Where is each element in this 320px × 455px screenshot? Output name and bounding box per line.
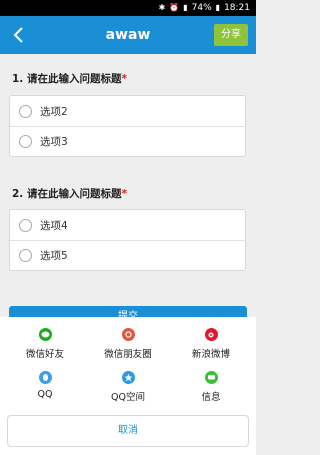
weibo-icon xyxy=(204,328,218,341)
alarm-icon: ⏰ xyxy=(169,3,180,12)
option-label: 选项4 xyxy=(40,219,68,232)
option-list: 选项2 选项3 xyxy=(9,95,246,157)
clock: 18:21 xyxy=(224,3,250,13)
moments-icon xyxy=(121,328,135,341)
option-list: 选项4 选项5 xyxy=(9,209,246,271)
app-bar: awaw 分享 xyxy=(0,16,256,54)
share-wechat-moments[interactable]: 微信朋友圈 xyxy=(88,328,168,360)
bluetooth-icon: ✱ xyxy=(158,3,166,12)
share-button[interactable]: 分享 xyxy=(214,24,248,46)
option-item[interactable]: 选项4 xyxy=(10,210,245,240)
cancel-button[interactable]: 取消 xyxy=(7,415,249,447)
message-icon xyxy=(204,371,218,384)
radio-button[interactable] xyxy=(19,218,32,232)
share-wechat-friends[interactable]: 微信好友 xyxy=(5,328,85,360)
option-label: 选项5 xyxy=(40,250,68,262)
share-qzone[interactable]: QQ空间 xyxy=(88,371,168,403)
battery-icon: ▮ xyxy=(215,3,221,12)
chevron-left-icon xyxy=(13,27,23,43)
share-weibo[interactable]: 新浪微博 xyxy=(171,328,251,360)
question-title: 1. 请在此输入问题标题* xyxy=(12,73,127,85)
back-button[interactable] xyxy=(6,16,30,54)
option-item[interactable]: 选项2 xyxy=(10,96,245,126)
battery-level: 74% xyxy=(191,3,212,13)
option-item[interactable]: 选项5 xyxy=(10,240,245,270)
radio-button[interactable] xyxy=(19,135,32,148)
share-qq[interactable]: QQ xyxy=(5,371,85,400)
required-mark: * xyxy=(121,73,127,85)
signal-icon: ▮ xyxy=(183,3,188,12)
share-message[interactable]: 信息 xyxy=(171,371,251,403)
radio-button[interactable] xyxy=(19,249,32,262)
qq-icon xyxy=(38,371,52,384)
required-mark: * xyxy=(121,188,127,200)
qzone-icon xyxy=(121,371,135,384)
option-label: 选项2 xyxy=(40,105,68,118)
wechat-icon xyxy=(38,328,52,341)
question-title: 2. 请在此输入问题标题* xyxy=(12,188,127,200)
share-sheet: 微信好友 微信朋友圈 新浪微博 QQ QQ空间 信息 取消 xyxy=(0,317,256,455)
option-item[interactable]: 选项3 xyxy=(10,126,245,156)
option-label: 选项3 xyxy=(40,136,68,148)
status-bar: ✱ ⏰ ▮ 74% ▮ 18:21 xyxy=(0,0,256,16)
radio-button[interactable] xyxy=(19,104,32,118)
